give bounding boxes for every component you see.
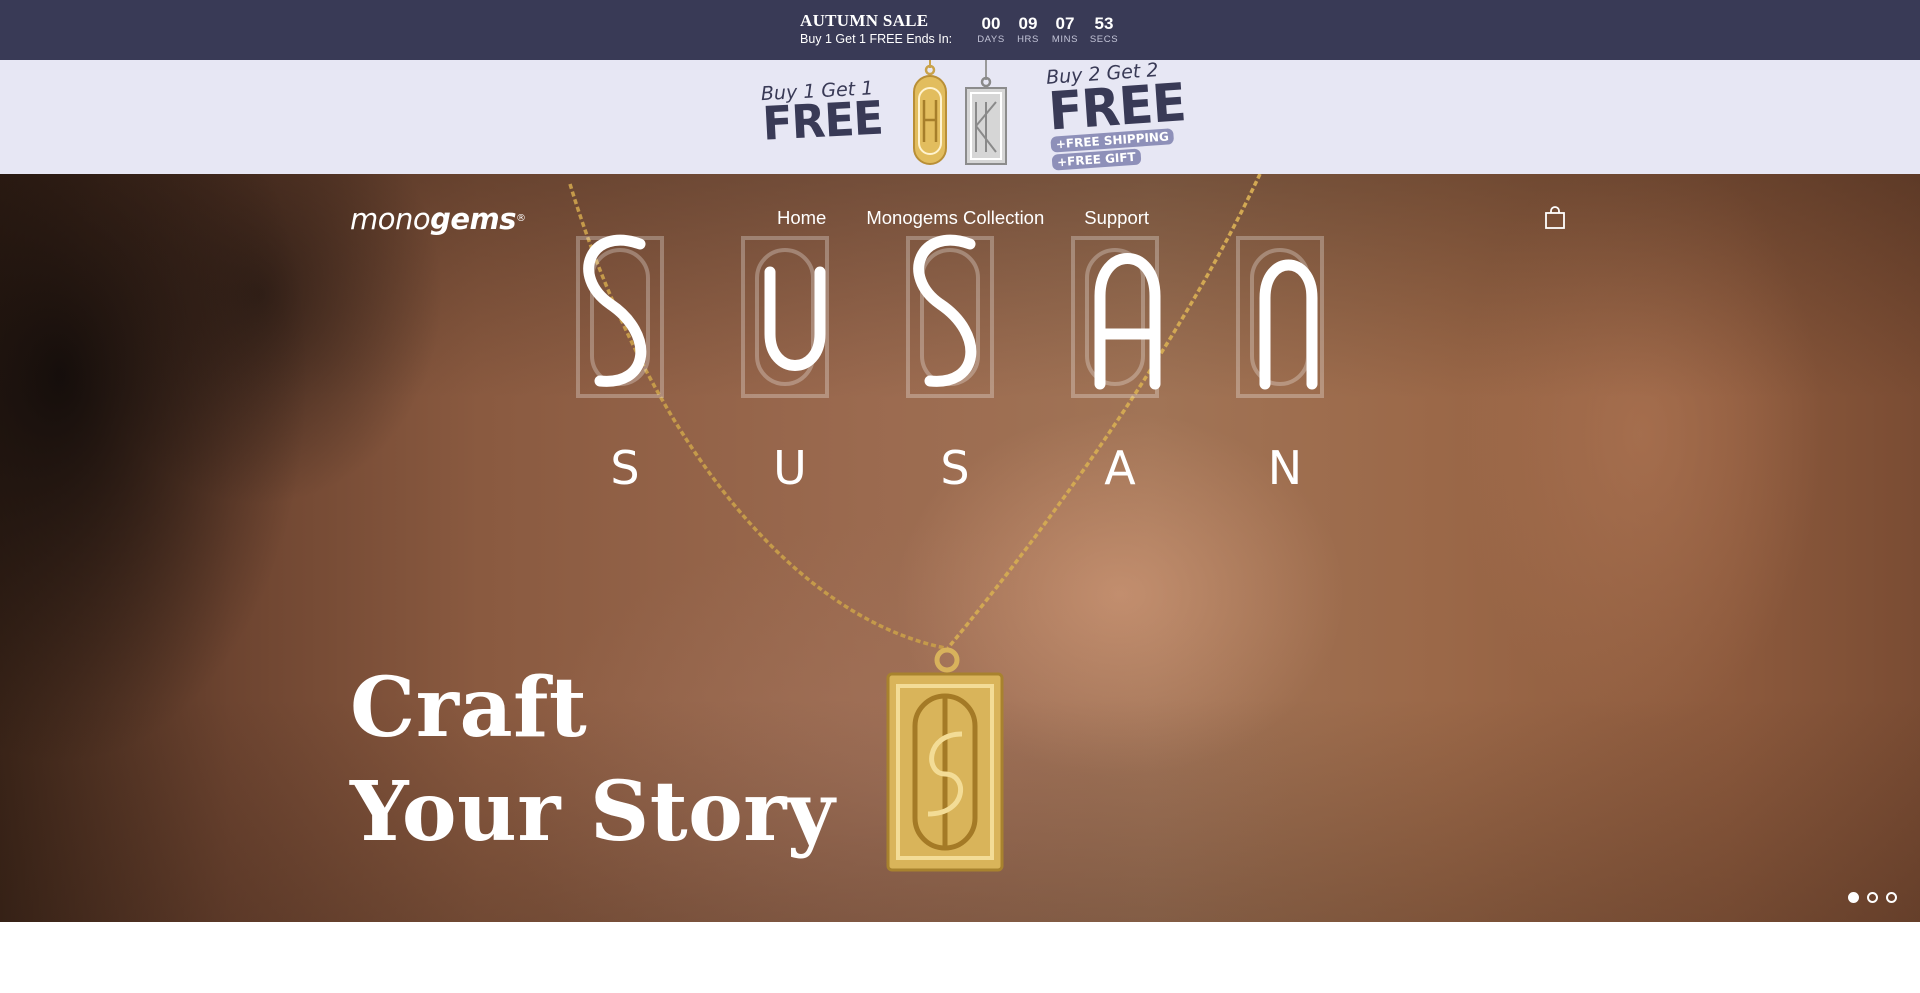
hero-slideshow: monogems® Home Monogems Collection Suppo… bbox=[0, 174, 1920, 922]
shopping-bag-icon bbox=[1545, 206, 1565, 229]
countdown-days-value: 00 bbox=[981, 14, 1001, 33]
promo-left-big: FREE bbox=[761, 91, 884, 152]
sale-subtitle: Buy 1 Get 1 FREE Ends In: bbox=[800, 32, 953, 46]
announcement-bar: AUTUMN SALE Buy 1 Get 1 FREE Ends In: 00… bbox=[0, 0, 1920, 60]
countdown-hours-label: HRS bbox=[1017, 34, 1039, 45]
name-letter: A bbox=[1104, 441, 1136, 495]
free-gift-badge: +FREE GIFT bbox=[1051, 148, 1142, 171]
countdown-minutes-value: 07 bbox=[1055, 14, 1075, 33]
promo-right-big: FREE bbox=[1046, 71, 1188, 143]
name-letter: U bbox=[773, 441, 807, 495]
hero-headline: Craft Your Story bbox=[350, 656, 835, 864]
slide-dot-1[interactable] bbox=[1848, 892, 1859, 903]
countdown-seconds-label: SECS bbox=[1089, 34, 1119, 45]
name-letter: N bbox=[1268, 441, 1302, 495]
sale-text: AUTUMN SALE Buy 1 Get 1 FREE Ends In: bbox=[800, 11, 952, 47]
countdown-seconds-value: 53 bbox=[1094, 14, 1114, 33]
countdown-hours: 09 HRS bbox=[1008, 14, 1048, 45]
countdown-days-label: DAYS bbox=[977, 34, 1005, 45]
monogems-logo[interactable]: monogems® bbox=[350, 202, 526, 236]
logo-text-light: mono bbox=[350, 202, 431, 236]
sale-title: AUTUMN SALE bbox=[800, 11, 929, 30]
name-monogram-image: S U S A N bbox=[576, 234, 1324, 495]
promo-banner[interactable]: Buy 1 Get 1 FREE Buy 2 Get 2 FREE +FREE … bbox=[0, 60, 1920, 174]
pendants-image bbox=[913, 60, 1007, 165]
slideshow-pagination bbox=[1848, 892, 1897, 903]
countdown-seconds: 53 SECS bbox=[1084, 14, 1124, 45]
countdown-hours-value: 09 bbox=[1018, 14, 1038, 33]
hero-headline-line1: Craft bbox=[350, 660, 588, 756]
countdown-minutes: 07 MINS bbox=[1045, 14, 1085, 45]
logo-registered-mark: ® bbox=[516, 213, 526, 224]
hero-headline-line2: Your Story bbox=[350, 764, 836, 860]
slide-dot-2[interactable] bbox=[1867, 892, 1878, 903]
page-content-below-hero bbox=[0, 922, 1920, 993]
countdown-days: 00 DAYS bbox=[971, 14, 1011, 45]
promo-offer-left: Buy 1 Get 1 FREE bbox=[760, 77, 884, 152]
countdown-minutes-label: MINS bbox=[1051, 34, 1079, 45]
name-letter: S bbox=[610, 441, 639, 495]
promo-offer-right: Buy 2 Get 2 FREE +FREE SHIPPING +FREE GI… bbox=[1045, 60, 1190, 172]
logo-text-bold: gems bbox=[430, 202, 517, 236]
slide-dot-3[interactable] bbox=[1886, 892, 1897, 903]
cart-button[interactable] bbox=[1544, 206, 1566, 230]
name-letter: S bbox=[940, 441, 969, 495]
